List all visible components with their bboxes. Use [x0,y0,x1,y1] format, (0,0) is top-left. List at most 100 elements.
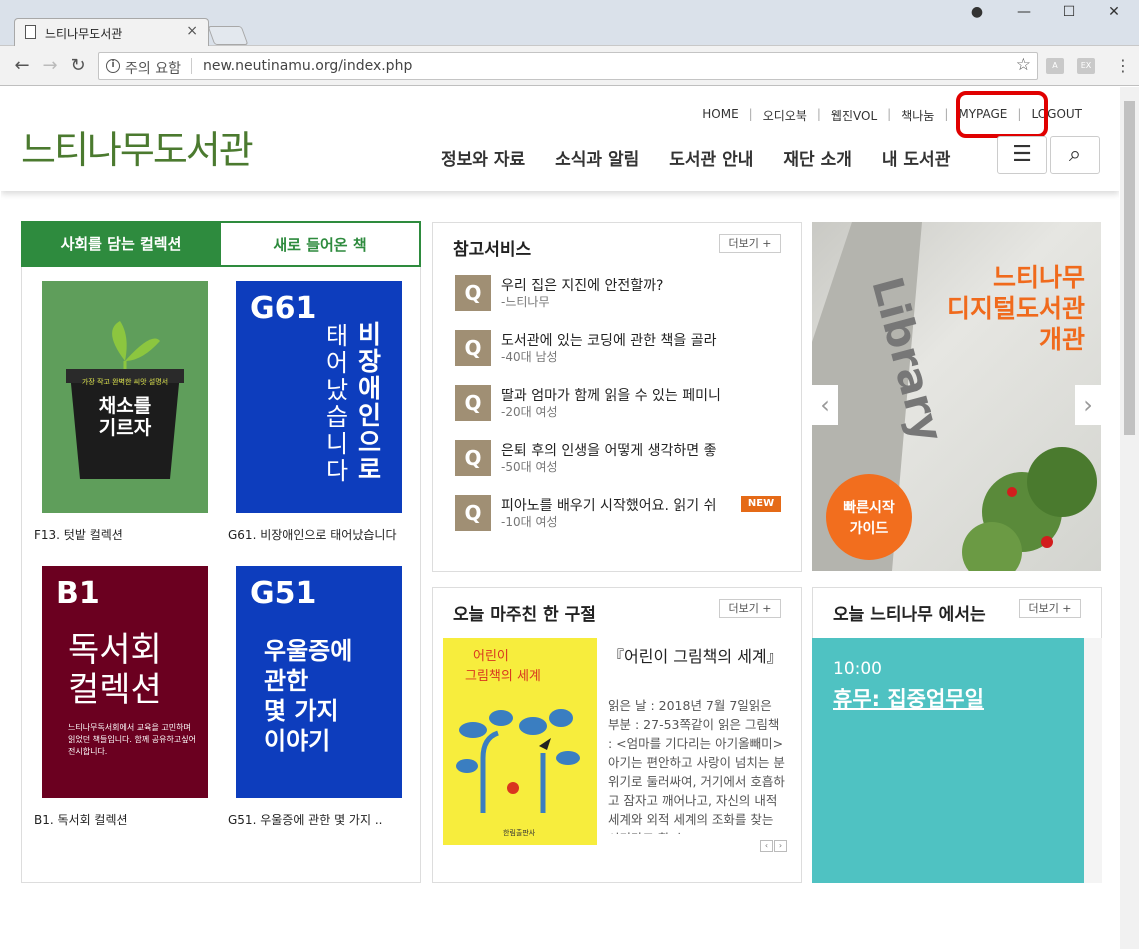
browser-menu-icon[interactable]: ⋮ [1115,56,1131,75]
util-link-webzine[interactable]: 웹진VOL [821,107,887,124]
question-icon: Q [455,275,491,311]
nav-foundation[interactable]: 재단 소개 [783,145,851,170]
more-button[interactable]: 더보기 + [1019,599,1081,618]
event-title[interactable]: 휴무: 집중업무일 [833,683,984,713]
main-navigation: 정보와 자료 소식과 알림 도서관 안내 재단 소개 내 도서관 [441,145,980,170]
question-author: -10대 여성 [501,515,558,529]
event-time: 10:00 [833,659,882,679]
book-cover-g61[interactable]: G61 태어났습니다 비장애인으로 [236,281,402,513]
question-title[interactable]: 우리 집은 지진에 안전할까? [501,275,741,295]
info-icon[interactable]: i [106,59,120,73]
scroll-thumb[interactable] [1124,101,1135,435]
pager-prev-icon[interactable]: ‹ [760,840,773,852]
list-item[interactable]: Q 피아노를 배우기 시작했어요. 읽기 쉬 -10대 여성 NEW [455,495,785,535]
site-header: 느티나무도서관 HOME | 오디오북 | 웹진VOL | 책나눔 | MYPAGE | … [1,87,1119,191]
publisher: 한림출판사 [503,829,536,837]
book-cover-g51[interactable]: G51 우울증에 관한 몇 가지 이야기 [236,566,402,798]
panel-title: 오늘 마주친 한 구절 [453,605,596,625]
util-link-audiobook[interactable]: 오디오북 [753,107,817,124]
question-author: -50대 여성 [501,460,558,474]
forward-icon[interactable]: → [38,55,62,77]
hamburger-menu-icon[interactable]: ☰ [997,136,1047,174]
book-caption[interactable]: F13. 텃밭 컬렉션 [34,526,224,543]
quick-start-guide-button[interactable]: 빠른시작 가이드 [826,474,912,560]
chevron-right-icon[interactable]: › [1075,385,1101,425]
maximize-icon[interactable]: ☐ [1054,4,1084,26]
back-icon[interactable]: ← [10,55,34,77]
collection-tabs: 사회를 담는 컬렉션 새로 들어온 책 [21,221,421,267]
url-text[interactable]: new.neutinamu.org/index.php [203,58,412,74]
question-title[interactable]: 피아노를 배우기 시작했어요. 읽기 쉬 [501,495,741,515]
book-caption[interactable]: G61. 비장애인으로 태어났습니다 [228,526,418,543]
question-author: -느티나무 [501,295,550,309]
address-divider [191,58,192,74]
question-title[interactable]: 도서관에 있는 코딩에 관한 책을 골라 [501,330,741,350]
banner-line: 느티나무 [992,263,1085,292]
panel-title: 오늘 느티나무 에서는 [833,605,986,625]
address-bar[interactable]: i 주의 요함 new.neutinamu.org/index.php ☆ [98,52,1038,80]
tab-social-collection[interactable]: 사회를 담는 컬렉션 [21,221,221,267]
security-warning: 주의 요함 [125,61,181,77]
question-title[interactable]: 은퇴 후의 인생을 어떻게 생각하면 좋 [501,440,741,460]
browser-tab[interactable]: 느티나무도서관 × [14,18,209,46]
nav-news[interactable]: 소식과 알림 [555,145,639,170]
question-icon: Q [455,330,491,366]
today-scrollbar[interactable] [1084,638,1102,883]
nav-info-resources[interactable]: 정보와 자료 [441,145,525,170]
today-event-box: 10:00 휴무: 집중업무일 [812,638,1084,883]
book-cover-title: 독서회 컬렉션 [68,630,162,710]
banner-line: 디지털도서관 [946,294,1085,323]
nav-my-library[interactable]: 내 도서관 [882,145,950,170]
question-author: -20대 여성 [501,405,558,419]
book-cover-code: B1 [56,576,100,611]
book-cover-title: 우울증에 관한 몇 가지 이야기 [264,637,353,755]
bookmark-star-icon[interactable]: ☆ [1016,55,1031,75]
phrase-book-cover[interactable]: 어린이 그림책의 세계 한림출판사 [443,638,597,845]
panel-title: 참고서비스 [453,240,532,260]
account-icon[interactable]: ● [962,4,992,26]
nav-library-guide[interactable]: 도서관 안내 [669,145,753,170]
plant-illustration [456,709,580,813]
book-cover-f13[interactable]: 가장 작고 완벽한 씨앗 설명서 채소를 기르자 [42,281,208,513]
more-button[interactable]: 더보기 + [719,234,781,253]
collection-panel: 사회를 담는 컬렉션 새로 들어온 책 가장 작고 완벽한 씨앗 설명서 채소를… [21,221,421,883]
pdf-extension-icon[interactable]: A [1046,58,1064,74]
question-title[interactable]: 딸과 엄마가 함께 읽을 수 있는 페미니 [501,385,741,405]
ex-extension-icon[interactable]: EX [1077,58,1095,74]
circle-line: 가이드 [849,521,889,537]
page-scrollbar[interactable] [1120,87,1139,949]
book-cover-title: 태어났습니다 [326,322,349,485]
banner-line: 개관 [1038,325,1085,354]
util-link-home[interactable]: HOME [692,107,748,124]
list-item[interactable]: Q 딸과 엄마가 함께 읽을 수 있는 페미니 -20대 여성 [455,385,785,425]
quote-book-title[interactable]: 『어린이 그림책의 세계』 [608,644,788,669]
book-cover-b1[interactable]: B1 독서회 컬렉션 느티나무독서회에서 교육을 고민하며 읽었던 책들입니다.… [42,566,208,798]
browser-toolbar: ← → ↻ i 주의 요함 new.neutinamu.org/index.ph… [0,46,1139,86]
util-link-booksharing[interactable]: 책나눔 [891,107,944,124]
list-item[interactable]: Q 도서관에 있는 코딩에 관한 책을 골라 -40대 남성 [455,330,785,370]
book-cover-title-bold: 비장애인으로 [358,320,382,484]
chevron-left-icon[interactable]: ‹ [812,385,838,425]
tab-new-books[interactable]: 새로 들어온 책 [221,221,421,267]
search-icon[interactable]: ⌕ [1050,136,1100,174]
pager-next-icon[interactable]: › [774,840,787,852]
new-tab-button[interactable] [207,26,249,45]
book-caption[interactable]: G51. 우울증에 관한 몇 가지 .. [228,811,418,828]
minimize-icon[interactable]: — [1009,4,1039,26]
book-cover-code: G51 [250,576,317,611]
list-item[interactable]: Q 은퇴 후의 인생을 어떻게 생각하면 좋 -50대 여성 [455,440,785,480]
circle-line: 빠른시작 [843,500,895,516]
browser-titlebar: 느티나무도서관 × ● — ☐ ✕ [0,0,1139,46]
book-cover-code: G61 [250,291,317,326]
close-window-icon[interactable]: ✕ [1099,4,1129,26]
digital-library-banner[interactable]: Library 느티나무 디지털도서관 개관 빠른시작 가이드 ‹ › [812,222,1101,571]
site-logo[interactable]: 느티나무도서관 [21,119,254,174]
more-button[interactable]: 더보기 + [719,599,781,618]
quote-text: 읽은 날 : 2018년 7월 7일읽은 부분 : 27-53쪽같이 읽은 그림… [608,698,785,834]
book-caption[interactable]: B1. 독서회 컬렉션 [34,811,224,828]
list-item[interactable]: Q 우리 집은 지진에 안전할까? -느티나무 [455,275,785,315]
reload-icon[interactable]: ↻ [66,55,90,77]
mypage-highlight-annotation [956,91,1048,138]
close-icon[interactable]: × [186,23,198,39]
question-icon: Q [455,385,491,421]
